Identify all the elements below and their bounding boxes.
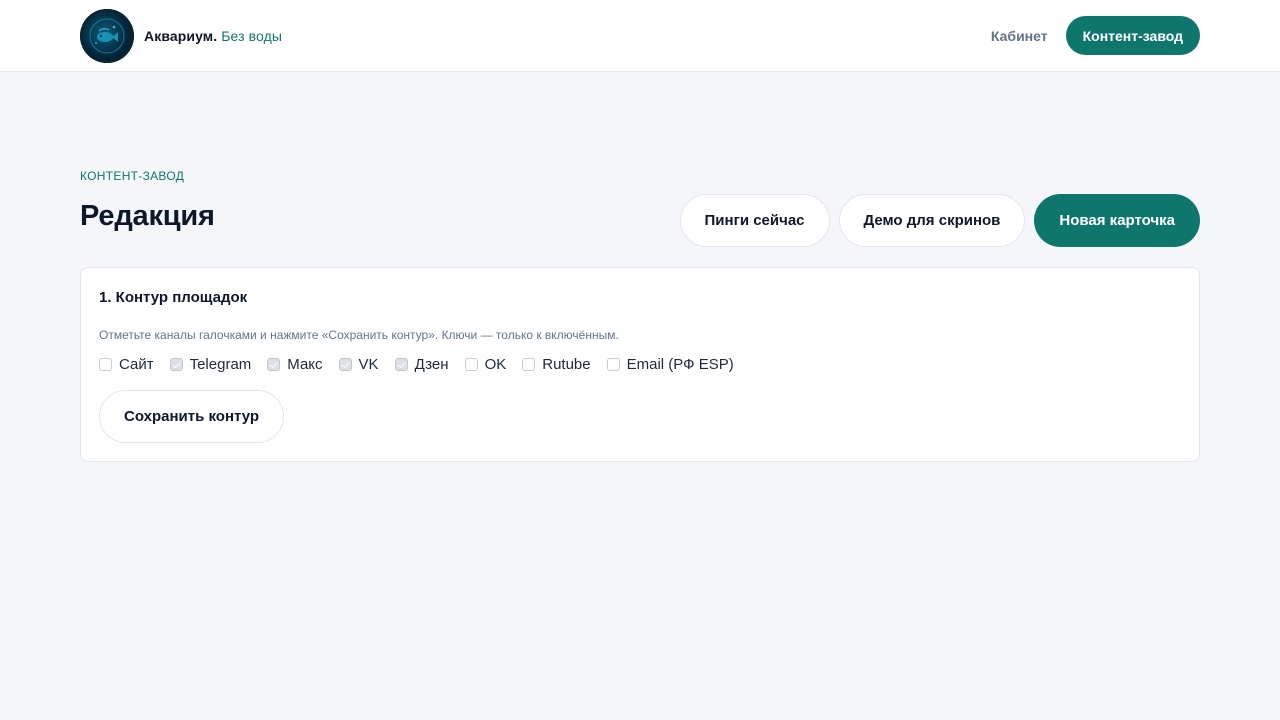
channel-dzen[interactable]: Дзен [394, 356, 449, 373]
channel-label: Rutube [542, 356, 591, 373]
brand[interactable]: Аквариум. Без воды [80, 9, 282, 63]
channel-label: Telegram [189, 356, 252, 373]
section-eyebrow: КОНТЕНТ-ЗАВОД [80, 169, 185, 183]
channel-label: Макс [287, 356, 323, 373]
platforms-card: 1. Контур площадок Отметьте каналы галоч… [80, 267, 1200, 462]
card-hint: Отметьте каналы галочками и нажмите «Сох… [99, 328, 619, 342]
card-title: 1. Контур площадок [99, 289, 248, 306]
checkbox[interactable] [522, 358, 536, 371]
save-contour-button[interactable]: Сохранить контур [99, 390, 285, 443]
channel-site[interactable]: Сайт [99, 356, 154, 373]
top-nav: Кабинет Контент-завод [991, 16, 1200, 55]
nav-content-factory-button[interactable]: Контент-завод [1065, 16, 1200, 55]
top-bar: Аквариум. Без воды Кабинет Контент-завод [0, 0, 1280, 72]
channel-rutube[interactable]: Rutube [522, 356, 591, 373]
channel-label: OK [484, 356, 507, 373]
channel-checkbox-list: Сайт Telegram Макс VK Дзен OK Rutube Ema… [99, 356, 734, 373]
checkbox[interactable] [99, 358, 112, 371]
new-card-button[interactable]: Новая карточка [1034, 194, 1200, 247]
checkbox[interactable] [464, 358, 478, 371]
channel-telegram[interactable]: Telegram [169, 356, 252, 373]
channel-vk[interactable]: VK [338, 356, 379, 373]
channel-label: VK [358, 356, 379, 373]
fish-globe-icon [80, 9, 134, 63]
checkbox[interactable] [338, 358, 352, 371]
checkbox[interactable] [606, 358, 620, 371]
page-actions: Пинги сейчас Демо для скринов Новая карт… [679, 194, 1200, 247]
channel-label: Сайт [119, 356, 154, 373]
channel-email[interactable]: Email (РФ ESP) [606, 356, 734, 373]
checkbox[interactable] [267, 358, 281, 371]
channel-label: Дзен [414, 356, 449, 373]
brand-title: Аквариум. [144, 28, 218, 44]
pings-now-button[interactable]: Пинги сейчас [679, 194, 830, 247]
page-title: Редакция [80, 200, 215, 232]
brand-tagline: Без воды [221, 28, 282, 44]
checkbox[interactable] [169, 358, 183, 371]
checkbox[interactable] [394, 358, 408, 371]
channel-ok[interactable]: OK [464, 356, 507, 373]
brand-name: Аквариум. Без воды [144, 28, 282, 44]
demo-screens-button[interactable]: Демо для скринов [838, 194, 1026, 247]
channel-label: Email (РФ ESP) [626, 356, 734, 373]
nav-cabinet-link[interactable]: Кабинет [991, 28, 1048, 44]
channel-max[interactable]: Макс [267, 356, 323, 373]
